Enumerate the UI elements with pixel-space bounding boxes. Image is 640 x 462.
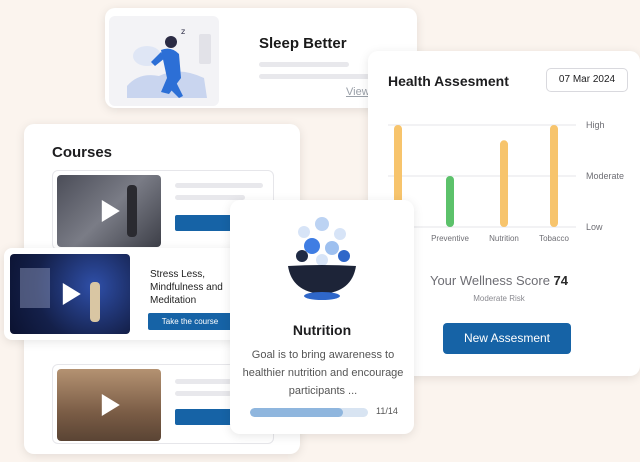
- placeholder-line: [175, 195, 245, 200]
- svg-text:z: z: [181, 27, 185, 36]
- course-thumbnail[interactable]: [57, 175, 161, 247]
- play-icon[interactable]: [101, 394, 120, 416]
- featured-course-card[interactable]: Stress Less, Mindfulness and Meditation …: [4, 248, 244, 340]
- sleep-card-title: Sleep Better: [259, 35, 347, 52]
- y-tick-label: Low: [586, 222, 603, 232]
- new-assessment-button[interactable]: New Assesment: [443, 323, 571, 354]
- take-course-button[interactable]: Take the course: [148, 313, 232, 330]
- chart-bar: [446, 176, 454, 227]
- progress-count: 11/14: [376, 406, 398, 416]
- placeholder-line: [175, 183, 263, 188]
- x-tick-label: Tobacco: [539, 234, 569, 243]
- chart-bar: [550, 125, 558, 227]
- x-tick-label: Preventive: [431, 234, 469, 243]
- nutrition-card[interactable]: Nutrition Goal is to bring awareness to …: [230, 200, 414, 434]
- courses-title: Courses: [52, 144, 113, 161]
- chart-bar: [500, 140, 508, 227]
- play-icon[interactable]: [62, 283, 81, 305]
- nutrition-title: Nutrition: [292, 322, 352, 338]
- y-tick-label: High: [586, 120, 605, 130]
- course-thumbnail[interactable]: [10, 254, 130, 334]
- play-icon[interactable]: [101, 200, 120, 222]
- date-picker[interactable]: 07 Mar 2024: [546, 68, 628, 92]
- progress-bar: [250, 408, 368, 417]
- food-bowl-icon: [288, 217, 356, 300]
- health-title: Health Assesment: [388, 73, 509, 89]
- placeholder-line: [259, 74, 379, 79]
- sleeping-person-illustration: z: [109, 16, 219, 106]
- placeholder-line: [259, 62, 349, 67]
- course-thumbnail[interactable]: [57, 369, 161, 441]
- x-tick-label: Nutrition: [489, 234, 519, 243]
- view-link[interactable]: View: [346, 86, 370, 98]
- y-tick-label: Moderate: [586, 171, 624, 181]
- nutrition-description: Goal is to bring awareness to healthier …: [242, 349, 404, 397]
- featured-course-title: Stress Less, Mindfulness and Meditation: [150, 269, 223, 306]
